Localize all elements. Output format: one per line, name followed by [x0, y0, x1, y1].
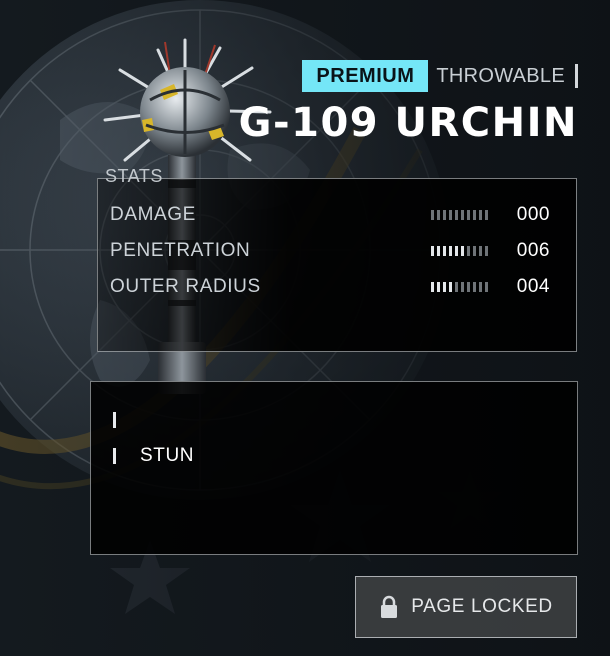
page-locked-label: PAGE LOCKED: [411, 596, 553, 617]
stat-meter-segment: [473, 282, 476, 292]
traits-panel: [90, 381, 578, 555]
item-category: THROWABLE: [436, 64, 565, 87]
lock-icon: [381, 595, 398, 618]
stat-meter-segment: [461, 210, 464, 220]
stat-meter-segment: [473, 210, 476, 220]
trait-marker: [113, 412, 116, 428]
stat-meter-segment: [461, 282, 464, 292]
stat-meter: [431, 246, 488, 256]
stat-name: OUTER RADIUS: [110, 276, 261, 297]
trait-text: STUN: [140, 445, 195, 466]
stat-row-outer-radius: OUTER RADIUS 004: [110, 273, 550, 301]
stat-meter-segment: [479, 246, 482, 256]
stat-meter-segment: [479, 282, 482, 292]
stat-name: DAMAGE: [110, 204, 196, 225]
stat-meter-segment: [473, 246, 476, 256]
stat-value: 006: [516, 240, 550, 261]
stat-meter-segment: [485, 282, 488, 292]
stat-meter-segment: [431, 246, 434, 256]
stat-meter-segment: [479, 210, 482, 220]
category-divider: [575, 64, 578, 88]
trait-item: [113, 408, 140, 432]
stat-meter-segment: [455, 246, 458, 256]
stat-meter-segment: [485, 210, 488, 220]
stat-meter-segment: [449, 282, 452, 292]
stat-meter-segment: [449, 246, 452, 256]
stat-meter-segment: [455, 210, 458, 220]
stat-meter-segment: [485, 246, 488, 256]
stat-value: 000: [516, 204, 550, 225]
stat-meter-segment: [431, 282, 434, 292]
stat-value: 004: [516, 276, 550, 297]
stat-meter-segment: [443, 210, 446, 220]
stat-meter-segment: [467, 210, 470, 220]
stat-meter-segment: [437, 282, 440, 292]
stat-meter-segment: [437, 210, 440, 220]
stat-meter-segment: [443, 246, 446, 256]
item-tagline: PREMIUM THROWABLE: [302, 60, 578, 92]
stat-name: PENETRATION: [110, 240, 251, 261]
stat-row-penetration: PENETRATION 006: [110, 237, 550, 265]
stat-meter: [431, 210, 488, 220]
trait-marker: [113, 448, 116, 464]
trait-item: STUN: [113, 444, 194, 468]
item-title: G-109 URCHIN: [238, 100, 578, 146]
stat-meter: [431, 282, 488, 292]
stat-meter-segment: [467, 282, 470, 292]
stat-meter-segment: [467, 246, 470, 256]
stat-meter-segment: [449, 210, 452, 220]
stat-meter-segment: [455, 282, 458, 292]
stats-label: STATS: [105, 166, 163, 186]
stat-row-damage: DAMAGE 000: [110, 201, 550, 229]
stat-meter-segment: [443, 282, 446, 292]
stat-meter-segment: [437, 246, 440, 256]
premium-badge: PREMIUM: [302, 60, 429, 92]
stat-meter-segment: [461, 246, 464, 256]
page-locked-button[interactable]: PAGE LOCKED: [355, 576, 577, 638]
stat-meter-segment: [431, 210, 434, 220]
